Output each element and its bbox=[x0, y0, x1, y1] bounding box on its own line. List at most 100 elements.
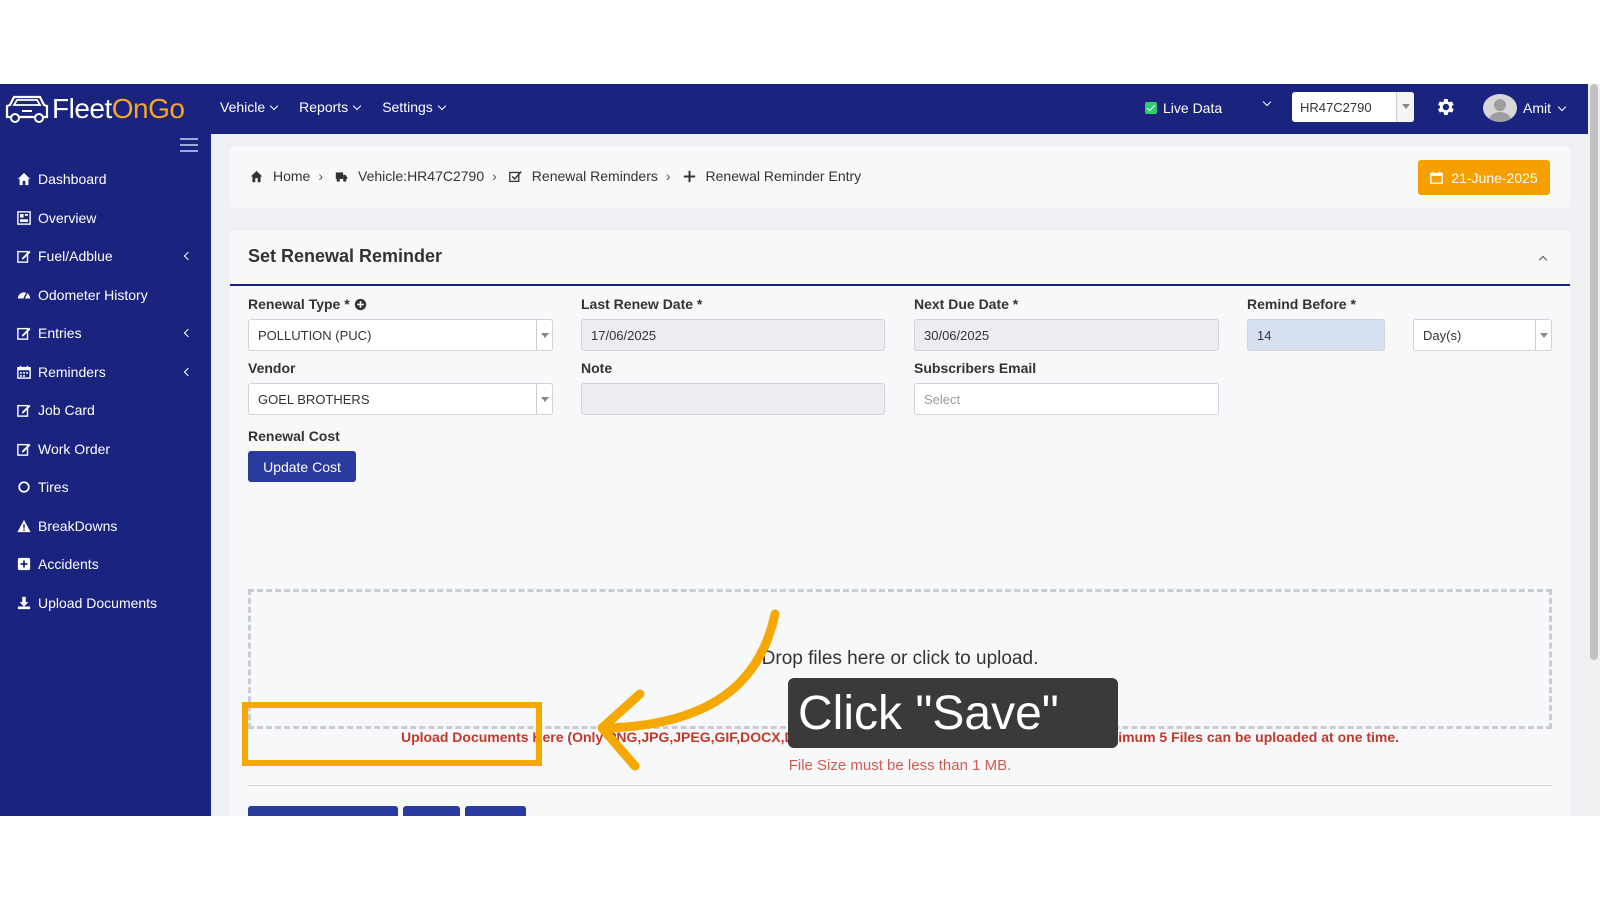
dropzone-text: Drop files here or click to upload. bbox=[761, 648, 1039, 669]
sidebar-item-work-order[interactable]: Work Order bbox=[0, 430, 211, 469]
breadcrumb-current: Renewal Reminder Entry bbox=[705, 168, 862, 184]
plus-icon bbox=[683, 170, 695, 182]
last-renew-date-value: 17/06/2025 bbox=[591, 327, 657, 343]
breadcrumb-vehicle[interactable]: Vehicle:HR47C2790 bbox=[358, 168, 484, 184]
vehicle-select[interactable]: HR47C2790 bbox=[1292, 92, 1414, 122]
sidebar-item-label: Fuel/Adblue bbox=[38, 248, 113, 265]
chevron-left-icon bbox=[183, 367, 193, 376]
download-icon bbox=[16, 595, 32, 611]
subscribers-email-placeholder: Select bbox=[924, 391, 961, 407]
next-due-date-field[interactable]: 30/06/2025 bbox=[914, 319, 1219, 351]
update-cost-button[interactable]: Update Cost bbox=[248, 451, 356, 482]
next-due-date-value: 30/06/2025 bbox=[924, 327, 990, 343]
scrollbar-thumb[interactable] bbox=[1590, 84, 1598, 660]
sidebar-item-odometer-history[interactable]: Odometer History bbox=[0, 276, 211, 315]
subscribers-email-label: Subscribers Email bbox=[914, 360, 1037, 376]
check-square-icon bbox=[508, 170, 522, 182]
circle-icon bbox=[16, 479, 32, 495]
chevron-up-icon[interactable] bbox=[1538, 255, 1548, 265]
menu-vehicle[interactable]: Vehicle bbox=[220, 99, 279, 115]
edit-icon bbox=[16, 248, 32, 264]
brand-logo[interactable]: FleetOnGo bbox=[4, 90, 185, 128]
edit-icon bbox=[16, 325, 32, 341]
chevron-left-icon bbox=[183, 328, 193, 338]
renewal-type-label-text: Renewal Type * bbox=[248, 296, 350, 312]
sidebar-item-breakdowns[interactable]: BreakDowns bbox=[0, 507, 211, 546]
dropdown-arrow-icon bbox=[1535, 320, 1551, 350]
top-navbar: FleetOnGo Vehicle Reports Settings Live … bbox=[0, 84, 1588, 134]
breadcrumb-separator: › bbox=[318, 168, 324, 184]
chevron-down-icon bbox=[269, 101, 279, 110]
sidebar: Dashboard Overview Fuel/Adblue Odometer … bbox=[0, 134, 211, 816]
live-data-toggle[interactable]: Live Data bbox=[1145, 100, 1222, 116]
calendar-icon bbox=[16, 364, 32, 380]
sidebar-item-label: Work Order bbox=[38, 440, 111, 457]
save-and-create-new-button[interactable]: Save & Create New bbox=[248, 806, 398, 816]
user-menu[interactable]: Amit bbox=[1483, 94, 1567, 122]
remind-before-value: 14 bbox=[1257, 327, 1272, 343]
live-data-label: Live Data bbox=[1163, 100, 1223, 116]
menu-settings[interactable]: Settings bbox=[382, 99, 447, 115]
date-badge[interactable]: 21-June-2025 bbox=[1418, 160, 1550, 195]
sidebar-item-overview[interactable]: Overview bbox=[0, 199, 211, 238]
note-field[interactable] bbox=[581, 383, 885, 415]
sidebar-item-tires[interactable]: Tires bbox=[0, 468, 211, 507]
callout-text: Click "Save" bbox=[798, 686, 1059, 740]
reset-button[interactable]: Reset bbox=[465, 806, 526, 816]
edit-icon bbox=[16, 441, 32, 457]
breadcrumb-separator: › bbox=[665, 168, 671, 184]
live-data-checkbox[interactable] bbox=[1145, 102, 1157, 114]
sidebar-item-label: Entries bbox=[38, 325, 82, 342]
curved-arrow-icon bbox=[597, 609, 780, 771]
breadcrumb-card: Home › Vehicle:HR47C2790 › Renewal Reminde… bbox=[230, 146, 1570, 208]
sidebar-item-accidents[interactable]: Accidents bbox=[0, 545, 211, 584]
sidebar-item-dashboard[interactable]: Dashboard bbox=[0, 160, 211, 199]
last-renew-date-field[interactable]: 17/06/2025 bbox=[581, 319, 885, 351]
gear-icon[interactable] bbox=[1434, 96, 1456, 118]
vehicle-select-value: HR47C2790 bbox=[1300, 99, 1372, 115]
chevron-left-icon bbox=[183, 251, 193, 261]
sidebar-item-label: Upload Documents bbox=[38, 594, 158, 611]
sidebar-item-reminders[interactable]: Reminders bbox=[0, 353, 211, 392]
remind-before-field[interactable]: 14 bbox=[1247, 319, 1385, 351]
save-button[interactable]: Save bbox=[403, 806, 460, 816]
chevron-down-icon bbox=[437, 101, 447, 110]
remind-unit-select[interactable]: Day(s) bbox=[1413, 319, 1552, 351]
breadcrumb: Home › Vehicle:HR47C2790 › Renewal Reminde… bbox=[250, 168, 861, 184]
menu-vehicle-label: Vehicle bbox=[220, 99, 266, 115]
menu-reports[interactable]: Reports bbox=[299, 99, 362, 115]
breadcrumb-renewal-reminders[interactable]: Renewal Reminders bbox=[532, 168, 658, 184]
next-due-date-label: Next Due Date * bbox=[914, 296, 1019, 312]
add-circle-icon[interactable] bbox=[354, 298, 367, 311]
page-title: Set Renewal Reminder bbox=[248, 246, 443, 266]
truck-logo-icon bbox=[5, 95, 49, 123]
chevron-down-icon bbox=[352, 101, 362, 110]
sidebar-item-entries[interactable]: Entries bbox=[0, 314, 211, 353]
renewal-type-label: Renewal Type * bbox=[248, 296, 367, 312]
sidebar-list: Dashboard Overview Fuel/Adblue Odometer … bbox=[0, 160, 211, 622]
truck-icon bbox=[335, 171, 348, 182]
plus-square-icon bbox=[16, 556, 32, 572]
last-renew-date-label: Last Renew Date * bbox=[581, 296, 703, 312]
vendor-select[interactable]: GOEL BROTHERS bbox=[248, 383, 553, 415]
renewal-cost-label: Renewal Cost bbox=[248, 428, 340, 444]
brand-name: FleetOnGo bbox=[52, 93, 185, 125]
menu-reports-label: Reports bbox=[299, 99, 349, 115]
live-data-chevron-icon[interactable] bbox=[1262, 97, 1272, 107]
remind-unit-value: Day(s) bbox=[1423, 327, 1462, 343]
home-icon bbox=[16, 171, 32, 187]
hamburger-menu-icon[interactable] bbox=[180, 138, 198, 152]
renewal-type-select[interactable]: POLLUTION (PUC) bbox=[248, 319, 553, 351]
user-name: Amit bbox=[1523, 100, 1551, 116]
sidebar-item-upload-documents[interactable]: Upload Documents bbox=[0, 584, 211, 623]
sidebar-item-job-card[interactable]: Job Card bbox=[0, 391, 211, 430]
remind-before-label: Remind Before * bbox=[1247, 296, 1356, 312]
sidebar-item-fuel-adblue[interactable]: Fuel/Adblue bbox=[0, 237, 211, 276]
avatar bbox=[1483, 94, 1517, 122]
dropdown-arrow-icon bbox=[536, 384, 552, 414]
brand-part2: OnGo bbox=[111, 93, 185, 124]
subscribers-email-field[interactable]: Select bbox=[914, 383, 1219, 415]
breadcrumb-home[interactable]: Home bbox=[273, 168, 310, 184]
page-scrollbar[interactable] bbox=[1588, 84, 1600, 816]
renewal-type-value: POLLUTION (PUC) bbox=[258, 327, 372, 343]
